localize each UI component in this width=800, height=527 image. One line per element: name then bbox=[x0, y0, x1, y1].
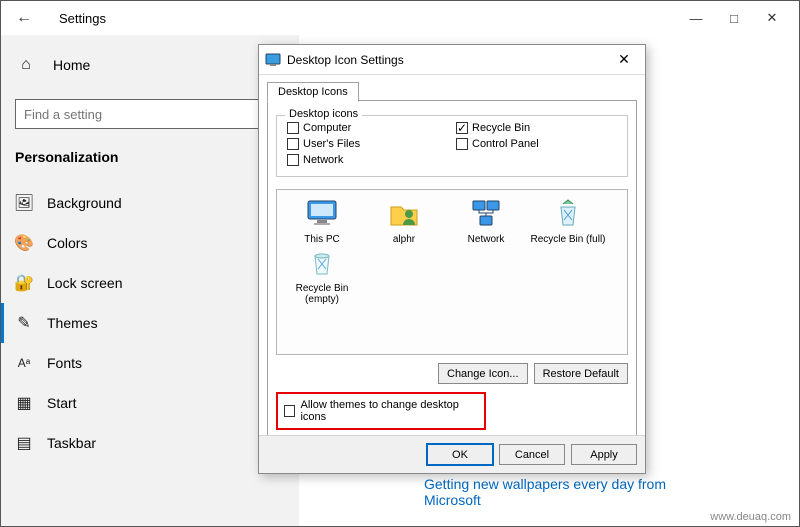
checkbox-icon bbox=[456, 138, 468, 150]
nav-taskbar[interactable]: ▤ Taskbar bbox=[1, 423, 299, 463]
minimize-button[interactable]: — bbox=[677, 3, 715, 33]
apply-button[interactable]: Apply bbox=[571, 444, 637, 465]
allow-themes-highlight: Allow themes to change desktop icons bbox=[276, 392, 486, 430]
taskbar-icon: ▤ bbox=[15, 434, 33, 452]
maximize-button[interactable]: □ bbox=[715, 3, 753, 33]
checkbox-users-files[interactable]: User's Files bbox=[287, 138, 448, 150]
icon-label: Network bbox=[445, 234, 527, 245]
icon-label: alphr bbox=[363, 234, 445, 245]
checkbox-control-panel[interactable]: Control Panel bbox=[456, 138, 617, 150]
checkbox-label: Control Panel bbox=[472, 138, 539, 150]
icon-network[interactable]: Network bbox=[445, 196, 527, 245]
window-title: Settings bbox=[59, 11, 106, 26]
search-input[interactable] bbox=[15, 99, 285, 129]
dialog-footer: OK Cancel Apply bbox=[259, 435, 645, 473]
recycle-bin-full-icon bbox=[527, 196, 609, 232]
nav-label: Colors bbox=[47, 235, 87, 251]
nav-home-label: Home bbox=[53, 57, 90, 73]
checkbox-icon[interactable] bbox=[284, 405, 295, 417]
nav-lock-screen[interactable]: 🔐 Lock screen bbox=[1, 263, 299, 303]
title-bar: ← Settings — □ ✕ bbox=[1, 1, 799, 35]
checkbox-network[interactable]: Network bbox=[287, 154, 448, 166]
restore-default-button[interactable]: Restore Default bbox=[534, 363, 628, 384]
folder-user-icon bbox=[363, 196, 445, 232]
nav-start[interactable]: ▦ Start bbox=[1, 383, 299, 423]
checkbox-recycle-bin[interactable]: ✓ Recycle Bin bbox=[456, 122, 617, 134]
network-icon bbox=[445, 196, 527, 232]
dialog-title-bar: Desktop Icon Settings ✕ bbox=[259, 45, 645, 75]
fieldset-label: Desktop icons bbox=[285, 108, 362, 120]
computer-icon bbox=[281, 196, 363, 232]
wallpaper-link[interactable]: Getting new wallpapers every day from Mi… bbox=[424, 476, 674, 508]
close-button[interactable]: ✕ bbox=[753, 3, 791, 33]
icon-this-pc[interactable]: This PC bbox=[281, 196, 363, 245]
nav-home[interactable]: ⌂ Home bbox=[1, 45, 299, 85]
desktop-icon-settings-dialog: Desktop Icon Settings ✕ Desktop Icons De… bbox=[258, 44, 646, 474]
lock-icon: 🔐 bbox=[15, 274, 33, 292]
tab-desktop-icons[interactable]: Desktop Icons bbox=[267, 82, 359, 102]
watermark: www.deuaq.com bbox=[710, 511, 791, 523]
cancel-button[interactable]: Cancel bbox=[499, 444, 565, 465]
desktop-icons-fieldset: Desktop icons Computer ✓ Recycle Bin Use… bbox=[276, 115, 628, 177]
section-header: Personalization bbox=[1, 149, 299, 183]
icon-recycle-bin-full[interactable]: Recycle Bin (full) bbox=[527, 196, 609, 245]
sidebar: ⌂ Home Personalization 🖼 Background 🎨 Co… bbox=[1, 35, 299, 526]
checkbox-icon bbox=[287, 122, 299, 134]
nav-fonts[interactable]: Aᵃ Fonts bbox=[1, 343, 299, 383]
nav-label: Background bbox=[47, 195, 122, 211]
change-icon-button[interactable]: Change Icon... bbox=[438, 363, 528, 384]
home-icon: ⌂ bbox=[17, 56, 35, 74]
icon-user-folder[interactable]: alphr bbox=[363, 196, 445, 245]
nav-colors[interactable]: 🎨 Colors bbox=[1, 223, 299, 263]
checkbox-label: Computer bbox=[303, 122, 351, 134]
back-button[interactable]: ← bbox=[9, 9, 39, 27]
icon-recycle-bin-empty[interactable]: Recycle Bin (empty) bbox=[281, 245, 363, 305]
tab-strip: Desktop Icons bbox=[267, 77, 637, 101]
nav-label: Fonts bbox=[47, 355, 82, 371]
nav-background[interactable]: 🖼 Background bbox=[1, 183, 299, 223]
desktop-icon bbox=[265, 52, 281, 68]
theme-icon: ✎ bbox=[15, 314, 33, 332]
checkbox-icon bbox=[287, 154, 299, 166]
allow-themes-label[interactable]: Allow themes to change desktop icons bbox=[300, 399, 478, 423]
checkbox-computer[interactable]: Computer bbox=[287, 122, 448, 134]
checkbox-icon bbox=[287, 138, 299, 150]
icon-label: Recycle Bin (full) bbox=[527, 234, 609, 245]
icon-label: This PC bbox=[281, 234, 363, 245]
checkbox-label: Recycle Bin bbox=[472, 122, 530, 134]
start-icon: ▦ bbox=[15, 394, 33, 412]
nav-label: Themes bbox=[47, 315, 98, 331]
dialog-title: Desktop Icon Settings bbox=[287, 53, 609, 67]
checkbox-label: User's Files bbox=[303, 138, 360, 150]
checkbox-label: Network bbox=[303, 154, 343, 166]
nav-themes[interactable]: ✎ Themes bbox=[1, 303, 299, 343]
checkbox-icon: ✓ bbox=[456, 122, 468, 134]
font-icon: Aᵃ bbox=[15, 354, 33, 372]
nav-label: Taskbar bbox=[47, 435, 96, 451]
nav-label: Lock screen bbox=[47, 275, 122, 291]
image-icon: 🖼 bbox=[15, 194, 33, 212]
recycle-bin-empty-icon bbox=[281, 245, 363, 281]
icon-preview-panel[interactable]: This PC alphr Network bbox=[276, 189, 628, 355]
icon-label: Recycle Bin (empty) bbox=[281, 283, 363, 305]
ok-button[interactable]: OK bbox=[427, 444, 493, 465]
nav-label: Start bbox=[47, 395, 77, 411]
palette-icon: 🎨 bbox=[15, 234, 33, 252]
dialog-close-button[interactable]: ✕ bbox=[609, 51, 639, 68]
